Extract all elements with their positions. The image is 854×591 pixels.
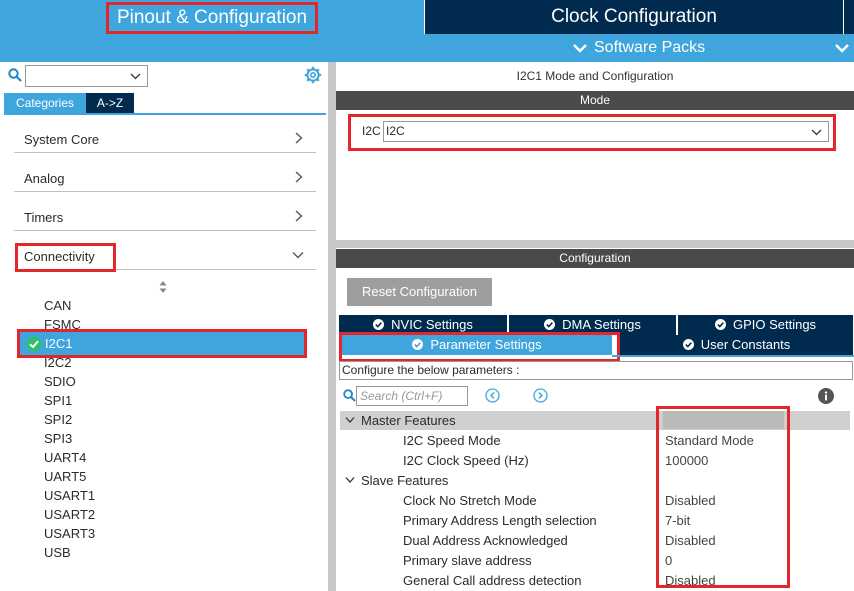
- check-circle-icon: [26, 336, 42, 352]
- peripheral-usart2[interactable]: USART2: [44, 507, 95, 522]
- sub-header-bar: [0, 34, 854, 62]
- tab-categories[interactable]: Categories: [4, 93, 86, 113]
- category-search-input[interactable]: [25, 65, 148, 87]
- mode-select-value: I2C: [386, 124, 405, 138]
- param-name: I2C Clock Speed (Hz): [403, 453, 529, 468]
- section-splitter[interactable]: [336, 240, 854, 248]
- arrow-left-circle-icon[interactable]: [485, 388, 500, 403]
- software-packs-label: Software Packs: [594, 39, 706, 56]
- tab-user-constants[interactable]: User Constants: [620, 335, 853, 355]
- tabs-underline: [4, 113, 326, 115]
- check-circle-icon: [412, 339, 424, 350]
- reset-configuration-button[interactable]: Reset Configuration: [347, 278, 492, 306]
- peripheral-spi2[interactable]: SPI2: [44, 412, 72, 427]
- peripheral-spi1[interactable]: SPI1: [44, 393, 72, 408]
- param-name: General Call address detection: [403, 573, 582, 588]
- tab-parameter-settings[interactable]: Parameter Settings: [342, 335, 612, 355]
- peripheral-sdio[interactable]: SDIO: [44, 374, 76, 389]
- category-label: Timers: [24, 210, 64, 225]
- chevron-down-icon: [292, 252, 304, 259]
- tab-label: GPIO Settings: [732, 317, 817, 332]
- chevron-down-icon: [811, 129, 822, 136]
- peripheral-usart1[interactable]: USART1: [44, 488, 95, 503]
- peripheral-spi3[interactable]: SPI3: [44, 431, 72, 446]
- gear-icon[interactable]: [304, 66, 322, 84]
- chevron-down-icon[interactable]: [834, 40, 850, 56]
- info-icon[interactable]: [818, 388, 834, 404]
- mode-field-label: I2C: [362, 124, 381, 138]
- search-icon: [8, 68, 22, 82]
- group-label: Master Features: [361, 413, 456, 428]
- peripheral-label: I2C1: [45, 336, 73, 351]
- values-highlight: [656, 406, 790, 588]
- chevron-right-icon: [295, 171, 303, 183]
- param-name: Clock No Stretch Mode: [403, 493, 537, 508]
- tabs-underline: [612, 355, 854, 357]
- tab-label: NVIC Settings: [391, 317, 473, 332]
- header-divider: [843, 0, 844, 34]
- search-icon: [343, 389, 356, 402]
- configure-description: Configure the below parameters :: [339, 361, 853, 380]
- tab-pinout-configuration[interactable]: Pinout & Configuration: [106, 2, 318, 34]
- tab-label: DMA Settings: [562, 317, 641, 332]
- param-name: Dual Address Acknowledged: [403, 533, 568, 548]
- peripheral-usb[interactable]: USB: [44, 545, 71, 560]
- param-name: I2C Speed Mode: [403, 433, 501, 448]
- check-circle-icon: [544, 319, 556, 330]
- peripheral-uart5[interactable]: UART5: [44, 469, 86, 484]
- check-circle-icon: [682, 339, 694, 350]
- configuration-section-header: Configuration: [336, 249, 854, 268]
- param-name: Primary Address Length selection: [403, 513, 597, 528]
- chevron-down-icon: [573, 43, 587, 53]
- peripheral-uart4[interactable]: UART4: [44, 450, 86, 465]
- chevron-down-icon: [345, 477, 355, 483]
- arrow-right-circle-icon[interactable]: [533, 388, 548, 403]
- group-label: Slave Features: [361, 473, 449, 488]
- check-circle-icon: [373, 319, 385, 330]
- chevron-right-icon: [295, 132, 303, 144]
- chevron-right-icon: [295, 210, 303, 222]
- tab-label: Parameter Settings: [430, 337, 542, 352]
- panel-splitter[interactable]: [328, 62, 336, 591]
- param-name: Primary slave address: [403, 553, 532, 568]
- tab-label: User Constants: [700, 337, 791, 352]
- parameter-search-input[interactable]: Search (Ctrl+F): [356, 386, 468, 406]
- peripheral-usart3[interactable]: USART3: [44, 526, 95, 541]
- page-title: I2C1 Mode and Configuration: [336, 62, 854, 90]
- category-timers[interactable]: Timers: [14, 197, 316, 231]
- check-circle-icon: [714, 319, 726, 330]
- peripheral-i2c1[interactable]: I2C1: [17, 329, 307, 358]
- category-label: System Core: [24, 132, 100, 147]
- category-system-core[interactable]: System Core: [14, 119, 316, 153]
- sort-icon[interactable]: [158, 280, 168, 294]
- peripheral-can[interactable]: CAN: [44, 298, 71, 313]
- category-label: Analog: [24, 171, 65, 186]
- peripheral-i2c2[interactable]: I2C2: [44, 355, 71, 370]
- chevron-down-icon: [345, 417, 355, 423]
- tab-clock-configuration[interactable]: Clock Configuration: [425, 0, 843, 34]
- tab-gpio-settings[interactable]: GPIO Settings: [678, 315, 853, 335]
- software-packs-menu[interactable]: Software Packs: [572, 34, 705, 62]
- category-analog[interactable]: Analog: [14, 158, 316, 192]
- chevron-down-icon: [130, 73, 141, 80]
- connectivity-highlight: [15, 243, 116, 272]
- tab-a-to-z[interactable]: A->Z: [86, 93, 134, 113]
- mode-section-header: Mode: [336, 91, 854, 110]
- mode-select[interactable]: I2C: [383, 121, 829, 142]
